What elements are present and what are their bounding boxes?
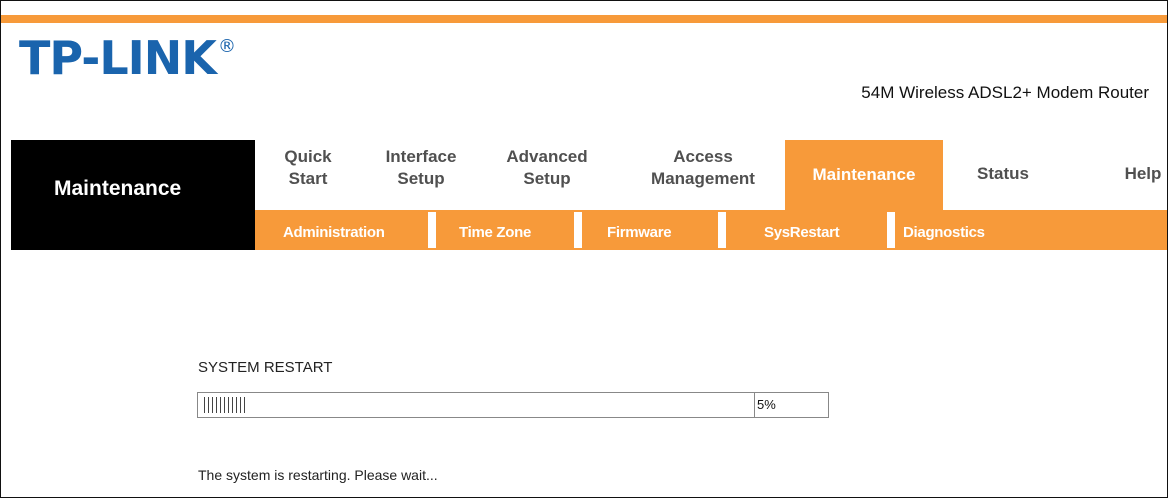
subnav-sysrestart[interactable]: SysRestart <box>764 224 840 241</box>
registered-mark: ® <box>217 36 236 57</box>
tp-link-logo: TP-LINK ® <box>19 35 236 81</box>
nav-access-management-line1: Access <box>673 147 733 166</box>
nav-access-management[interactable]: Access Management <box>637 146 769 196</box>
nav-maintenance[interactable]: Maintenance <box>785 140 943 210</box>
subnav-time-zone[interactable]: Time Zone <box>459 224 531 241</box>
subnav-separator <box>574 212 582 248</box>
router-admin-page: TP-LINK ® 54M Wireless ADSL2+ Modem Route… <box>0 0 1168 498</box>
nav-interface-setup-line2: Setup <box>397 169 445 188</box>
current-section-panel: Maintenance <box>11 140 255 250</box>
top-accent-stripe <box>1 15 1167 23</box>
nav-access-management-line2: Management <box>651 169 755 188</box>
restart-status-message: The system is restarting. Please wait... <box>198 467 438 483</box>
subnav-separator <box>428 212 436 248</box>
nav-advanced-setup-line1: Advanced <box>506 147 588 166</box>
nav-help[interactable]: Help <box>1113 146 1168 196</box>
nav-advanced-setup-line2: Setup <box>523 169 571 188</box>
subnav-diagnostics[interactable]: Diagnostics <box>903 224 985 241</box>
subnav-separator <box>887 212 895 248</box>
nav-interface-setup[interactable]: Interface Setup <box>373 146 469 196</box>
system-restart-title: SYSTEM RESTART <box>198 359 333 376</box>
nav-quick-start[interactable]: Quick Start <box>277 146 339 196</box>
subnav-separator <box>718 212 726 248</box>
nav-interface-setup-line1: Interface <box>385 147 457 166</box>
logo-text: TP-LINK <box>19 31 217 85</box>
restart-progress-bar <box>197 392 755 418</box>
maintenance-subnav: Administration Time Zone Firmware SysRes… <box>255 210 1167 250</box>
restart-progress-percent: 5% <box>754 392 829 418</box>
nav-quick-start-line2: Start <box>288 169 328 188</box>
restart-progress-fill <box>204 397 248 413</box>
product-name: 54M Wireless ADSL2+ Modem Router <box>861 83 1149 102</box>
nav-advanced-setup[interactable]: Advanced Setup <box>497 146 597 196</box>
nav-quick-start-line1: Quick <box>284 147 332 166</box>
current-section-label: Maintenance <box>54 177 182 200</box>
nav-status[interactable]: Status <box>965 146 1041 196</box>
subnav-firmware[interactable]: Firmware <box>607 224 672 241</box>
subnav-administration[interactable]: Administration <box>283 224 385 241</box>
